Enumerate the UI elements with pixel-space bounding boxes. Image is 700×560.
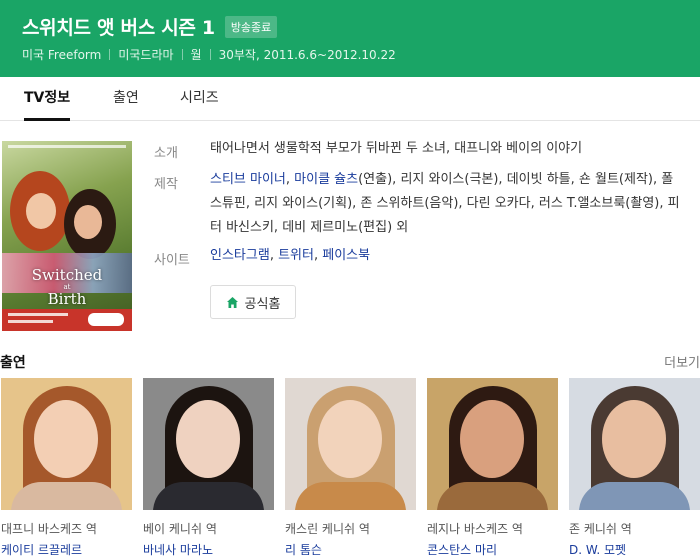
cast-card[interactable]: 레지나 바스케즈 역 콘스탄스 마리 [427,378,558,558]
twitter-link[interactable]: 트위터 [278,248,314,263]
credit-separator: , [285,172,295,187]
poster-tagline-bar [8,145,126,148]
cast-body [295,482,406,510]
site-separator: , [269,248,279,263]
cast-body [579,482,690,510]
tab-tv-info[interactable]: TV정보 [24,77,71,121]
cast-face [176,400,240,478]
cast-card[interactable]: 대프니 바스케즈 역 케이티 르끌레르 [1,378,132,558]
homepage-label: 공식홈 [244,296,281,312]
meta-genre: 미국드라마 [118,48,174,62]
meta-row: 미국 Freeform 미국드라마 월 30부작, 2011.6.6~2012.… [22,46,396,63]
cast-actor-link[interactable]: D. W. 모펫 [569,541,700,558]
cast-face [460,400,524,478]
production-label: 제작 [154,177,178,192]
cast-card[interactable]: 캐스린 케니쉬 역 리 톰슨 [285,378,416,558]
cast-photo[interactable] [427,378,558,510]
cast-card[interactable]: 베이 케니쉬 역 바네사 마라노 [143,378,274,558]
poster-logo-line1: Switched [31,266,103,284]
meta-divider [209,49,211,60]
poster-logo-line3: Birth [47,290,87,308]
director-link[interactable]: 스티브 마이너 [210,172,286,187]
poster-logo: Switched at Birth [2,267,132,307]
show-poster[interactable]: Switched at Birth [2,141,132,331]
cast-body [437,482,548,510]
facebook-link[interactable]: 페이스북 [322,248,370,263]
meta-divider [181,49,183,60]
cast-role: 레지나 바스케즈 역 [427,522,523,536]
cast-role: 존 케니쉬 역 [569,522,632,536]
cast-body [11,482,122,510]
cast-actor-link[interactable]: 케이티 르끌레르 [1,541,132,558]
meta-episodes: 30부작, 2011.6.6~2012.10.22 [218,48,396,62]
title-row: 스위치드 앳 버스 시즌 1 방송종료 [22,13,278,40]
cast-actor-link[interactable]: 리 톰슨 [285,541,416,558]
cast-card[interactable]: 존 케니쉬 역 D. W. 모펫 [569,378,700,558]
cast-role: 베이 케니쉬 역 [143,522,217,536]
synopsis-text: 태어나면서 생물학적 부모가 뒤바뀐 두 소녀, 대프니와 베이의 이야기 [210,141,583,156]
meta-channel: 미국 Freeform [22,48,102,62]
production-credits: 스티브 마이너, 마이클 슐츠(연출), 리지 와이스(극본), 데이빗 하틀,… [210,168,686,240]
cast-face [318,400,382,478]
cast-photo[interactable] [143,378,274,510]
cast-actor-link[interactable]: 콘스탄스 마리 [427,541,558,558]
poster-face [74,205,102,239]
tab-bar: TV정보 출연 시리즈 [0,77,700,121]
tab-cast[interactable]: 출연 [113,77,139,121]
cast-face [34,400,98,478]
site-label: 사이트 [154,253,190,268]
cast-photo[interactable] [285,378,416,510]
poster-footer-text [8,313,68,316]
tab-series[interactable]: 시리즈 [180,77,219,121]
cast-face [602,400,666,478]
official-homepage-button[interactable]: 공식홈 [210,285,296,319]
home-icon [226,296,238,308]
cast-section-title: 출연 [0,355,26,371]
poster-network-logo [88,313,124,326]
header: 스위치드 앳 버스 시즌 1 방송종료 미국 Freeform 미국드라마 월 … [0,0,700,77]
status-badge: 방송종료 [224,15,278,38]
poster-footer-text [8,320,53,323]
show-title[interactable]: 스위치드 앳 버스 시즌 1 [22,13,215,40]
cast-photo[interactable] [569,378,700,510]
meta-day: 월 [190,48,202,62]
meta-divider [109,49,111,60]
poster-face [26,193,56,229]
director-link[interactable]: 마이클 슐츠 [294,172,358,187]
site-separator: , [313,248,323,263]
cast-role: 대프니 바스케즈 역 [1,522,97,536]
cast-body [153,482,264,510]
more-link[interactable]: 더보기 [664,352,700,371]
instagram-link[interactable]: 인스타그램 [210,248,270,263]
cast-role: 캐스린 케니쉬 역 [285,522,370,536]
cast-actor-link[interactable]: 바네사 마라노 [143,541,274,558]
synopsis-label: 소개 [154,146,178,161]
cast-photo[interactable] [1,378,132,510]
site-links: 인스타그램, 트위터, 페이스북 [210,244,686,268]
